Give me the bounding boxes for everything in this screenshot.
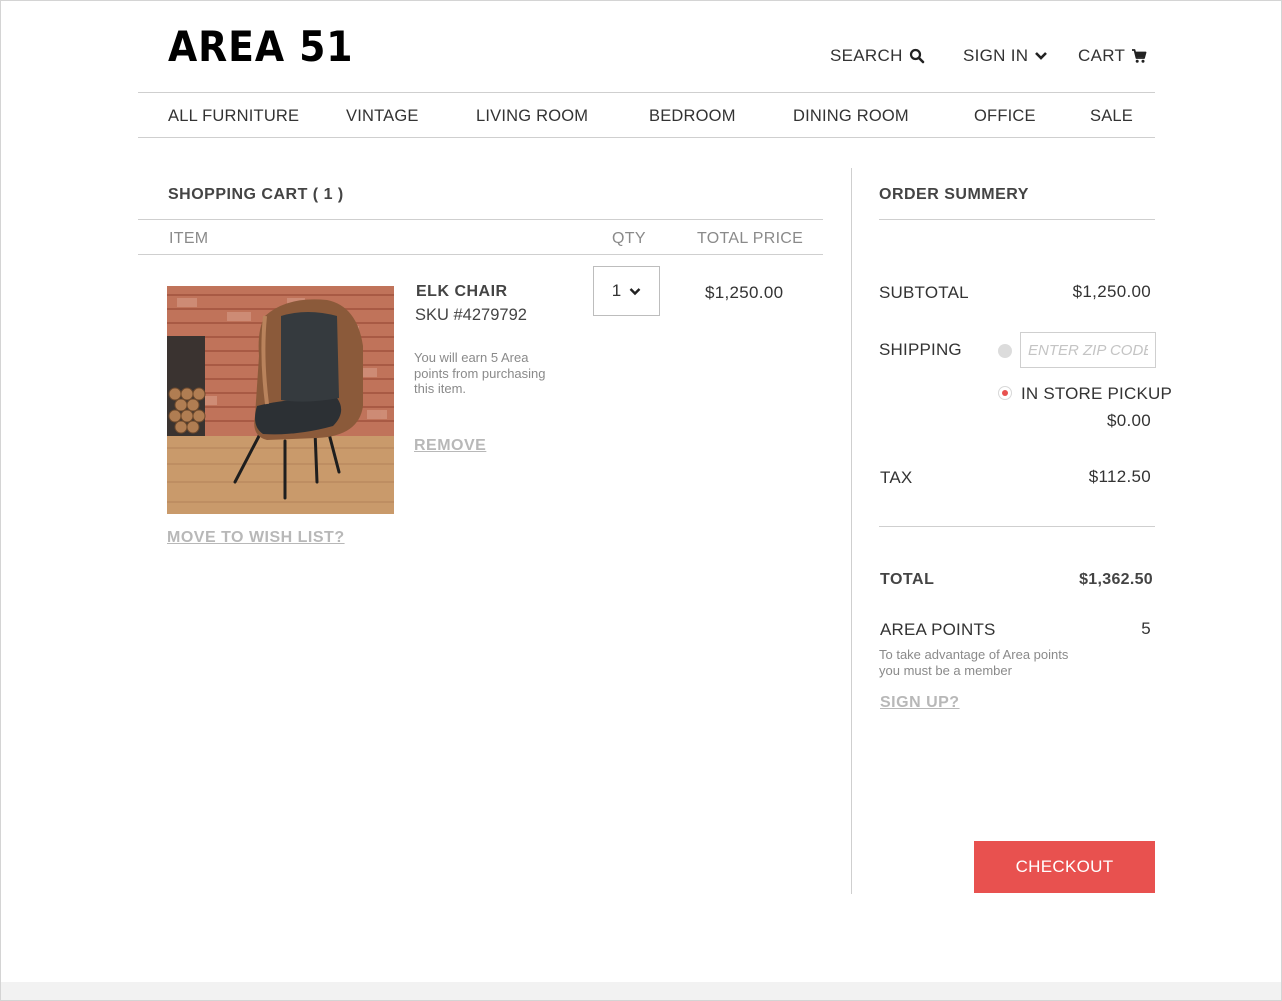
column-header-item: ITEM — [169, 230, 209, 247]
summary-total-divider — [879, 526, 1155, 527]
quantity-value: 1 — [611, 281, 622, 300]
nav-dining-room[interactable]: DINING ROOM — [793, 107, 909, 126]
summary-vertical-divider — [851, 168, 852, 894]
shipping-label: SHIPPING — [879, 340, 962, 359]
nav-all-furniture[interactable]: ALL FURNITURE — [168, 107, 299, 126]
subtotal-value: $1,250.00 — [1072, 282, 1151, 301]
nav-divider — [138, 137, 1155, 138]
cart-link[interactable]: CART — [1078, 46, 1147, 66]
area-points-note: To take advantage of Area points you mus… — [879, 647, 1069, 678]
area-points-label: AREA POINTS — [880, 620, 996, 639]
cart-label: CART — [1078, 46, 1126, 65]
order-summary-divider — [879, 219, 1155, 220]
item-name[interactable]: ELK CHAIR — [416, 283, 508, 301]
move-to-wish-list-link[interactable]: MOVE TO WISH LIST? — [167, 529, 345, 547]
nav-bedroom[interactable]: BEDROOM — [649, 107, 736, 126]
order-summary-title: ORDER SUMMERY — [879, 186, 1029, 203]
cart-icon — [1132, 49, 1147, 63]
sign-in-label: SIGN IN — [963, 46, 1029, 65]
product-image[interactable] — [167, 286, 394, 514]
zip-code-input[interactable] — [1020, 332, 1156, 368]
cart-title-divider — [138, 219, 823, 220]
item-total-price: $1,250.00 — [705, 283, 784, 302]
chevron-down-icon — [629, 287, 641, 295]
header-divider — [138, 92, 1155, 93]
shipping-radio-in-store-pickup[interactable] — [998, 386, 1012, 400]
item-points-note: You will earn 5 Area points from purchas… — [414, 350, 546, 396]
sign-in-dropdown[interactable]: SIGN IN — [963, 46, 1048, 66]
total-value: $1,362.50 — [1079, 571, 1153, 588]
item-sku: SKU #4279792 — [415, 306, 527, 324]
quantity-select[interactable]: 1 — [593, 266, 660, 316]
search-link[interactable]: SEARCH — [830, 46, 925, 66]
shipping-radio-zip[interactable] — [998, 344, 1012, 358]
subtotal-label: SUBTOTAL — [879, 283, 969, 302]
nav-vintage[interactable]: VINTAGE — [346, 107, 419, 126]
remove-item-link[interactable]: REMOVE — [414, 437, 486, 455]
page-footer-strip — [1, 982, 1281, 1000]
checkout-button[interactable]: CHECKOUT — [974, 841, 1155, 893]
nav-living-room[interactable]: LIVING ROOM — [476, 107, 588, 126]
chevron-down-icon — [1035, 52, 1048, 60]
in-store-pickup-price: $0.00 — [1106, 411, 1151, 430]
column-header-total-price: TOTAL PRICE — [697, 230, 804, 247]
brand-logo[interactable]: AREA 51 — [168, 22, 354, 71]
area-points-value: 5 — [1141, 619, 1151, 638]
column-header-qty: QTY — [612, 230, 646, 247]
sign-up-link[interactable]: SIGN UP? — [880, 694, 960, 712]
column-header-divider — [138, 254, 823, 255]
search-label: SEARCH — [830, 46, 903, 65]
search-icon — [909, 48, 924, 64]
nav-office[interactable]: OFFICE — [974, 107, 1036, 126]
tax-value: $112.50 — [1088, 467, 1151, 486]
total-label: TOTAL — [880, 571, 935, 588]
cart-title: SHOPPING CART ( 1 ) — [168, 186, 344, 203]
nav-sale[interactable]: SALE — [1090, 107, 1133, 126]
tax-label: TAX — [880, 468, 913, 487]
in-store-pickup-label[interactable]: IN STORE PICKUP — [1021, 384, 1172, 404]
